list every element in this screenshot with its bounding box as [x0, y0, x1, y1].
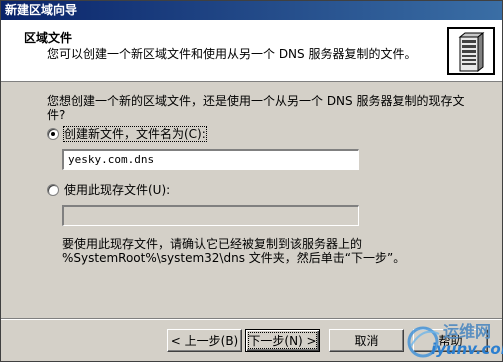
- window-title: 新建区域向导: [1, 1, 502, 20]
- server-icon: [447, 27, 495, 75]
- wizard-header: 区域文件 您可以创建一个新区域文件和使用从另一个 DNS 服务器复制的文件。: [1, 20, 502, 82]
- header-subtitle: 您可以创建一个新区域文件和使用从另一个 DNS 服务器复制的文件。: [47, 47, 417, 61]
- focus-rectangle: [248, 332, 317, 349]
- existing-file-note: 要使用此现存文件，请确认它已经被复制到该服务器上的 %SystemRoot%\s…: [62, 237, 406, 265]
- footer-separator: [1, 318, 502, 320]
- use-existing-file-radio[interactable]: [47, 184, 59, 196]
- question-text: 您想创建一个新的区域文件，还是使用一个从另一个 DNS 服务器复制的现存文件?: [47, 94, 465, 122]
- new-zone-wizard-window: 新建区域向导 区域文件 您可以创建一个新区域文件和使用从另一个 DNS 服务器复…: [0, 0, 503, 362]
- header-title: 区域文件: [24, 31, 73, 45]
- create-new-file-label[interactable]: 创建新文件，文件名为(C):: [63, 126, 207, 142]
- create-new-file-radio[interactable]: [47, 128, 59, 140]
- back-button[interactable]: < 上一步(B): [167, 329, 242, 352]
- next-button[interactable]: 下一步(N) >: [245, 329, 320, 352]
- cancel-button[interactable]: 取消: [329, 329, 404, 352]
- wizard-content: 您想创建一个新的区域文件，还是使用一个从另一个 DNS 服务器复制的现存文件? …: [1, 83, 502, 323]
- use-existing-file-label[interactable]: 使用此现存文件(U):: [64, 183, 170, 197]
- help-button[interactable]: 帮助: [413, 329, 488, 352]
- existing-file-name-input[interactable]: [62, 205, 359, 226]
- new-file-name-input[interactable]: yesky.com.dns: [62, 149, 359, 170]
